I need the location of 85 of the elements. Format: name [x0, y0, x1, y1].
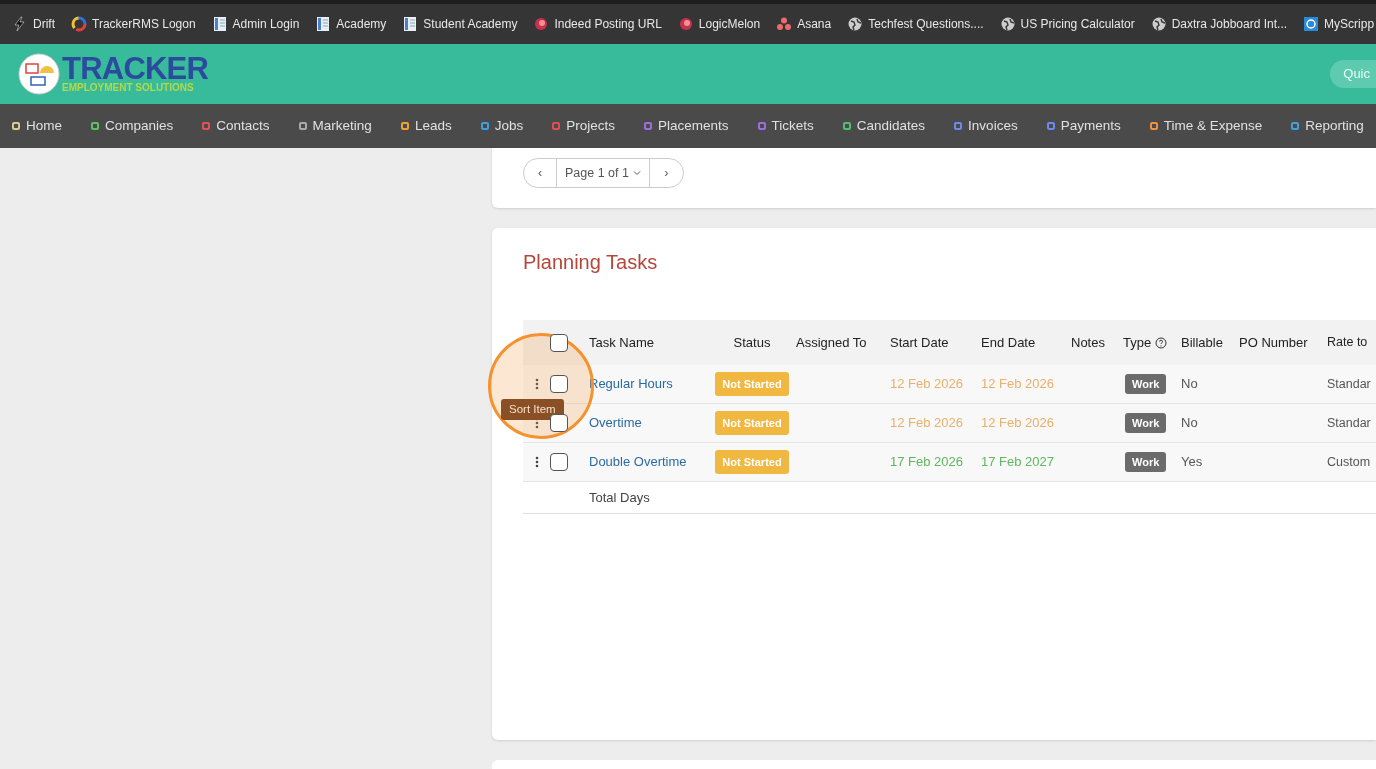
checkbox[interactable]: [550, 333, 568, 352]
previous-page-button[interactable]: ‹: [524, 159, 557, 187]
section-title: Planning Tasks: [523, 250, 659, 275]
document-icon: [402, 16, 419, 32]
logo-icon: [18, 53, 60, 95]
bookmark-link[interactable]: Indeed Posting URL: [533, 15, 662, 33]
start-date: 12 Feb 2026: [890, 376, 963, 392]
nav-item[interactable]: Candidates: [842, 115, 926, 137]
drag-handle-icon[interactable]: [534, 378, 539, 390]
status-badge: Not Started: [715, 410, 789, 436]
checkbox[interactable]: [550, 414, 568, 432]
nav-item[interactable]: Companies: [91, 115, 174, 137]
column-header: Rate to: [1327, 334, 1368, 352]
column-header: Status: [733, 333, 771, 352]
bookmark-link[interactable]: Techfest Questions....: [847, 15, 984, 33]
status-badge: Not Started: [715, 449, 789, 475]
nav-item[interactable]: Leads: [400, 115, 452, 137]
nav-item[interactable]: Jobs: [480, 115, 524, 137]
start-date: 12 Feb 2026: [890, 415, 963, 431]
column-header: PO Number: [1239, 333, 1308, 352]
nav-item[interactable]: Reporting: [1291, 115, 1364, 137]
bookmark-link[interactable]: TrackerRMS Logon: [71, 15, 196, 33]
logo-subtitle: EMPLOYMENT SOLUTIONS: [62, 83, 195, 93]
bookmark-link[interactable]: LogicMelon: [677, 15, 761, 33]
globe-icon: [847, 16, 864, 32]
type-badge: Work: [1125, 413, 1167, 434]
drag-handle-icon[interactable]: [534, 456, 539, 468]
nav-item[interactable]: Invoices: [954, 115, 1018, 137]
nav-item[interactable]: Payments: [1046, 115, 1121, 137]
melon-icon: [533, 16, 550, 32]
rate-value: Custom: [1327, 454, 1371, 469]
bookmark-link[interactable]: Asana: [776, 15, 832, 33]
start-date: 17 Feb 2026: [890, 454, 963, 470]
task-link[interactable]: Double Overtime: [589, 454, 687, 470]
document-icon: [315, 16, 332, 32]
rate-value: Standar: [1327, 376, 1371, 391]
rate-value: Standar: [1327, 415, 1371, 430]
three-dots-icon: [776, 16, 793, 32]
bookmark-link[interactable]: Student Academy: [402, 15, 518, 33]
nav-item[interactable]: Home: [12, 115, 62, 137]
column-header: Type: [1123, 333, 1152, 352]
bookmark-link[interactable]: Daxtra Jobboard Int...: [1150, 15, 1288, 33]
nav-item[interactable]: Projects: [552, 115, 615, 137]
total-days-label: Total Days: [589, 488, 650, 507]
checkbox[interactable]: [550, 375, 568, 393]
chevron-down-icon: [632, 169, 641, 177]
column-header: End Date: [981, 333, 1036, 352]
nav-item[interactable]: Time & Expense: [1149, 115, 1263, 137]
billable-value: No: [1181, 376, 1198, 392]
help-icon: [1155, 336, 1168, 349]
status-badge: Not Started: [715, 371, 789, 397]
end-date: 12 Feb 2026: [981, 415, 1054, 431]
globe-icon: [1150, 16, 1167, 32]
bookmark-link[interactable]: MyScripp: [1303, 15, 1375, 33]
checkbox[interactable]: [550, 453, 568, 471]
tooltip: Sort Item: [501, 399, 564, 421]
column-header: Start Date: [890, 333, 949, 352]
nav-item[interactable]: Marketing: [298, 115, 372, 137]
nav-item[interactable]: Tickets: [757, 115, 814, 137]
bookmark-link[interactable]: Academy: [315, 15, 387, 33]
bookmark-link[interactable]: Admin Login: [211, 15, 300, 33]
column-header: Assigned To: [796, 333, 867, 352]
column-header: Billable: [1181, 333, 1223, 352]
billable-value: Yes: [1181, 454, 1203, 470]
nav-item[interactable]: Placements: [644, 115, 729, 137]
end-date: 17 Feb 2027: [981, 454, 1054, 470]
task-link[interactable]: Overtime: [589, 415, 642, 431]
next-page-button[interactable]: ›: [649, 159, 683, 187]
bookmark-link[interactable]: US Pricing Calculator: [999, 15, 1135, 33]
logo-title: TRACKER: [62, 55, 209, 83]
bolt-icon: [12, 16, 28, 32]
type-badge: Work: [1125, 374, 1167, 395]
app-icon: [1303, 16, 1320, 32]
bookmark-link[interactable]: Drift: [12, 15, 55, 33]
column-header: Task Name: [589, 333, 655, 352]
globe-icon: [999, 16, 1016, 32]
end-date: 12 Feb 2026: [981, 376, 1054, 392]
billable-value: No: [1181, 415, 1198, 431]
type-badge: Work: [1125, 452, 1167, 473]
document-icon: [211, 16, 228, 32]
melon-icon: [677, 16, 694, 32]
ring-icon: [71, 16, 87, 32]
page-selector[interactable]: Page 1 of 1: [557, 159, 650, 187]
column-header: Notes: [1071, 333, 1105, 352]
nav-item[interactable]: Contacts: [202, 115, 270, 137]
